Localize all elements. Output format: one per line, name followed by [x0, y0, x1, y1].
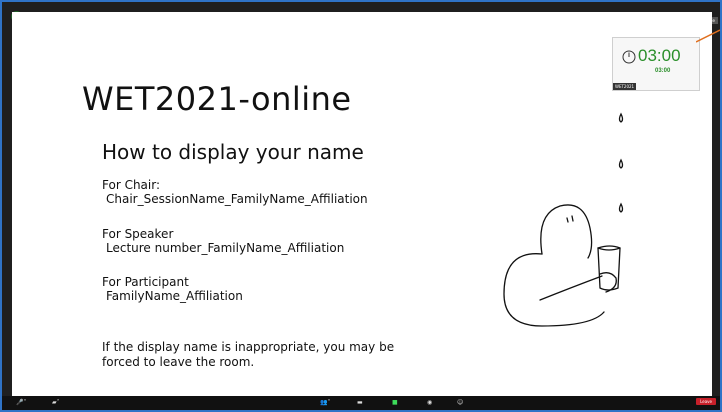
mute-icon[interactable]: 🎤˄: [16, 398, 26, 408]
slide-title: WET2021-online: [82, 80, 352, 118]
chair-format: Chair_SessionName_FamilyName_Affiliation: [106, 192, 368, 206]
glass-rim: [597, 247, 621, 251]
slide-subtitle: How to display your name: [102, 140, 364, 164]
chat-icon[interactable]: ▬: [357, 398, 363, 408]
speaker-label: For Speaker: [102, 227, 174, 241]
reactions-icon[interactable]: ☺: [457, 398, 463, 408]
warning-line-2: forced to leave the room.: [102, 355, 255, 369]
water-drop-2: [618, 158, 624, 169]
timer-main-readout: 03:00: [638, 46, 681, 65]
participants-icon[interactable]: 👥˄: [320, 398, 330, 408]
record-icon[interactable]: ◉: [427, 398, 432, 408]
leave-meeting-button[interactable]: Leave: [696, 398, 716, 405]
video-camera-icon[interactable]: ▰˄: [52, 398, 60, 408]
stopwatch-icon: [622, 50, 636, 64]
participant-label: For Participant: [102, 275, 189, 289]
water-drop-1: [618, 112, 624, 123]
zoom-window: You are viewing Timo Bergin's screen Vie…: [2, 2, 720, 410]
drinking-figure-illustration: [503, 112, 624, 327]
countdown-timer-window[interactable]: 03:00 03:00 WET2021: [612, 37, 700, 91]
warning-line-1: If the display name is inappropriate, yo…: [102, 340, 395, 354]
glass: [597, 245, 621, 291]
timer-window-tag: WET2021: [613, 83, 637, 90]
figure-body: [503, 253, 605, 327]
annotation-pointer-line: [696, 29, 720, 43]
water-drop-3: [618, 202, 624, 213]
figure-head: [540, 204, 593, 259]
figure-arm: [539, 275, 603, 301]
participant-format: FamilyName_Affiliation: [106, 289, 243, 303]
speaker-format: Lecture number_FamilyName_Affiliation: [106, 241, 345, 255]
chair-label: For Chair:: [102, 178, 161, 192]
share-screen-icon[interactable]: ■: [392, 398, 398, 408]
timer-sub-readout: 03:00: [655, 68, 671, 74]
meeting-toolbar: 🎤˄ ▰˄ 👥˄ ▬ ■ ◉ ☺ Leave: [2, 396, 720, 410]
figure-eyes: [566, 215, 574, 223]
